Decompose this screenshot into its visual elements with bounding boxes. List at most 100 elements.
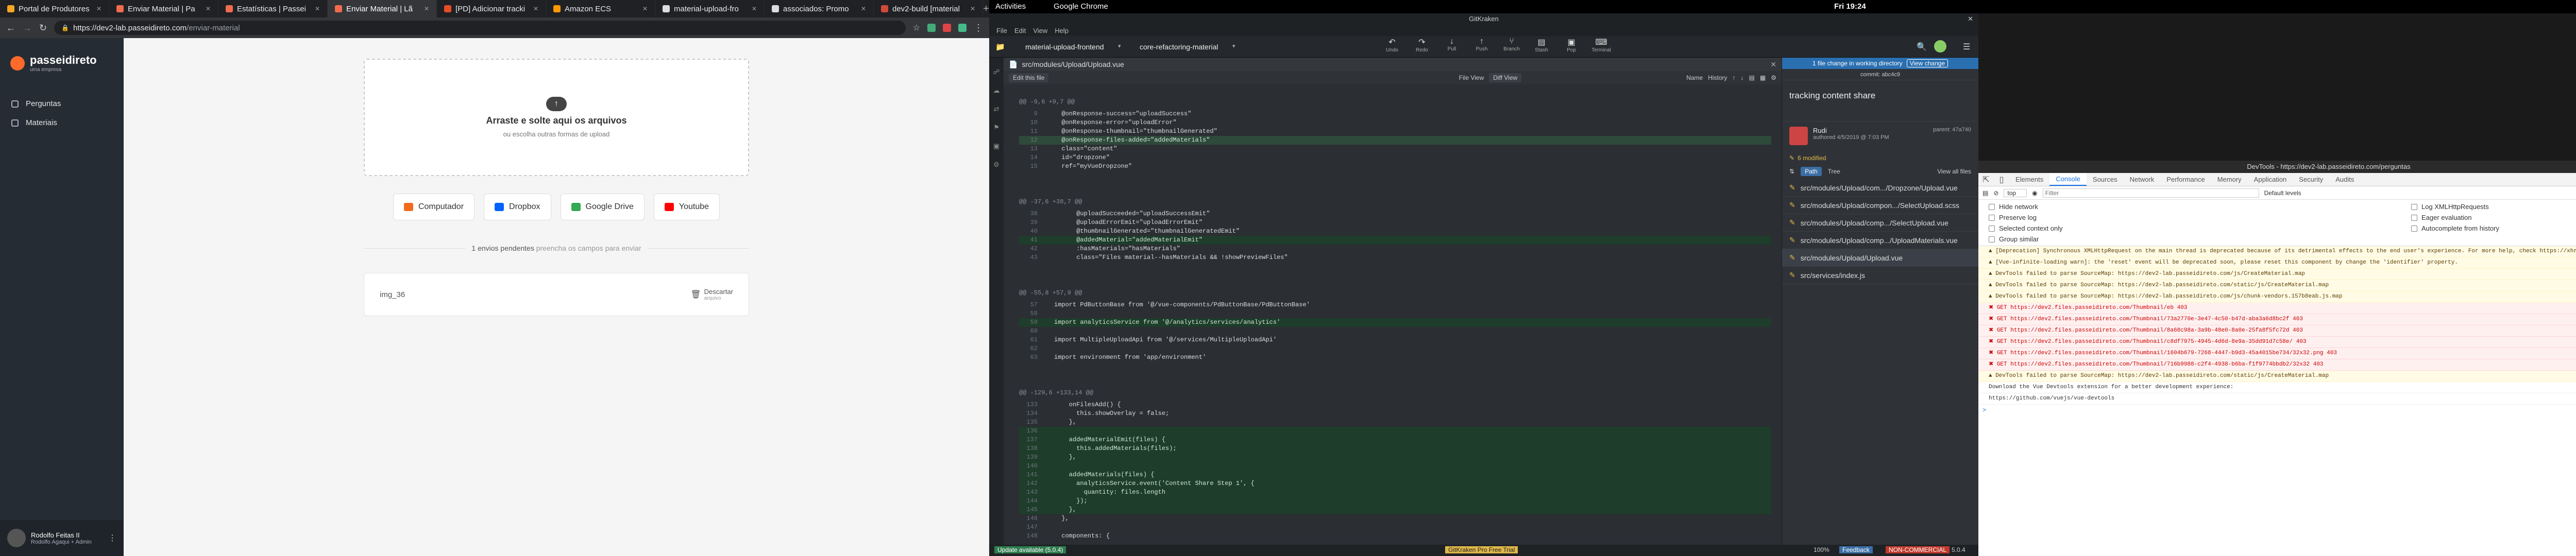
pd-logo[interactable]: passeidireto uma empresa bbox=[0, 38, 124, 83]
tool-pull-button[interactable]: ↓ Pull bbox=[1440, 37, 1463, 53]
tool-branch-button[interactable]: ⑂ Branch bbox=[1500, 37, 1523, 53]
more-icon[interactable]: ⋮ bbox=[108, 533, 116, 543]
diff-view-button[interactable]: Diff View bbox=[1489, 73, 1522, 82]
tool-redo-button[interactable]: ↷ Redo bbox=[1411, 37, 1433, 53]
tool-push-button[interactable]: ↑ Push bbox=[1470, 37, 1493, 53]
device-toolbar-icon[interactable]: ▯ bbox=[1994, 173, 2009, 186]
extension-icon[interactable] bbox=[943, 24, 951, 32]
close-tab-icon[interactable]: ✕ bbox=[315, 5, 320, 12]
pro-trial[interactable]: GitKraken Pro Free Trial bbox=[1445, 546, 1518, 553]
browser-tab[interactable]: associados: Promo ✕ bbox=[765, 0, 874, 18]
tool-stash-button[interactable]: ▤ Stash bbox=[1530, 37, 1553, 53]
console-option-checkbox[interactable]: Hide network bbox=[1989, 203, 2246, 211]
browser-tab[interactable]: Enviar Material | Pa ✕ bbox=[109, 0, 218, 18]
clock[interactable]: Fri 19:24 bbox=[1834, 2, 1866, 11]
dropzone[interactable]: ↑ Arraste e solte aqui os arquivos ou es… bbox=[364, 59, 749, 176]
close-tab-icon[interactable]: ✕ bbox=[96, 5, 101, 12]
console-option-checkbox[interactable]: Log XMLHttpRequests bbox=[2411, 203, 2499, 211]
sidebar-item-perguntas[interactable]: Perguntas bbox=[0, 94, 124, 113]
user-card[interactable]: Rodolfo Feitas II Rodolfo Agaqui + Admin… bbox=[0, 520, 124, 556]
back-icon[interactable]: ← bbox=[6, 23, 15, 33]
upload-source-button[interactable]: Youtube bbox=[653, 194, 720, 220]
browser-tab[interactable]: Enviar Material | Lã ✕ bbox=[328, 0, 437, 18]
menu-item-view[interactable]: View bbox=[1033, 27, 1047, 34]
menu-item-edit[interactable]: Edit bbox=[1014, 27, 1026, 34]
changed-file[interactable]: ✎ src/modules/Upload/com.../Dropzone/Uplo… bbox=[1782, 179, 1978, 197]
gk-menu-icon[interactable]: ☰ bbox=[1963, 42, 1970, 52]
tab-performance[interactable]: Performance bbox=[2160, 173, 2211, 186]
changed-file[interactable]: ✎ src/modules/Upload/Upload.vue bbox=[1782, 249, 1978, 267]
edit-file-button[interactable]: Edit this file bbox=[1009, 73, 1049, 82]
gk-avatar[interactable] bbox=[1934, 40, 1946, 53]
new-tab-button[interactable]: + bbox=[983, 0, 989, 18]
repo-folder-icon[interactable]: 📁 bbox=[995, 42, 1005, 51]
changed-file[interactable]: ✎ src/modules/Upload/compon.../SelectUplo… bbox=[1782, 197, 1978, 214]
file-view-button[interactable]: File View bbox=[1459, 74, 1484, 81]
console-option-checkbox[interactable]: Eager evaluation bbox=[2411, 214, 2499, 221]
reload-icon[interactable]: ↻ bbox=[39, 23, 47, 33]
sort-icon[interactable]: ⇅ bbox=[1789, 168, 1794, 175]
browser-tab[interactable]: Estatísticas | Passei ✕ bbox=[218, 0, 328, 18]
local-icon[interactable]: ☍ bbox=[993, 68, 999, 76]
sidebar-item-materiais[interactable]: Materiais bbox=[0, 113, 124, 132]
console-option-checkbox[interactable]: Preserve log bbox=[1989, 214, 2246, 221]
close-tab-icon[interactable]: ✕ bbox=[642, 5, 648, 12]
window-close-icon[interactable]: ✕ bbox=[1968, 13, 1973, 25]
update-available[interactable]: Update available (5.0.4) bbox=[994, 546, 1066, 553]
browser-tab[interactable]: Amazon ECS ✕ bbox=[546, 0, 655, 18]
changed-file[interactable]: ✎ src/services/index.js bbox=[1782, 267, 1978, 284]
pending-file-card[interactable]: img_36 🗑 Descartar arquivo bbox=[364, 273, 749, 316]
wip-banner[interactable]: 1 file change in working directory View … bbox=[1782, 58, 1978, 69]
view-all-files-checkbox[interactable]: View all files bbox=[1937, 168, 1971, 175]
changed-file[interactable]: ✎ src/modules/Upload/comp.../SelectUpload… bbox=[1782, 214, 1978, 232]
tab-sources[interactable]: Sources bbox=[2087, 173, 2124, 186]
browser-tab[interactable]: [PD] Adicionar tracki ✕ bbox=[437, 0, 546, 18]
tab-audits[interactable]: Audits bbox=[2329, 173, 2360, 186]
inspect-icon[interactable]: ⇱ bbox=[1978, 173, 1994, 186]
name-button[interactable]: Name bbox=[1686, 74, 1703, 81]
close-tab-icon[interactable]: ✕ bbox=[752, 5, 757, 12]
menu-icon[interactable]: ⋮ bbox=[974, 23, 983, 33]
settings-icon[interactable]: ⚙ bbox=[1771, 74, 1776, 81]
app-menu[interactable]: Google Chrome bbox=[1054, 2, 1108, 11]
context-selector[interactable]: top bbox=[2004, 188, 2027, 197]
console-option-checkbox[interactable]: Autocomplete from history bbox=[2411, 224, 2499, 232]
inline-view-icon[interactable]: ▦ bbox=[1760, 74, 1766, 81]
log-levels-dropdown[interactable]: Default levels bbox=[2264, 189, 2301, 197]
menu-item-file[interactable]: File bbox=[996, 27, 1007, 34]
next-change-icon[interactable]: ↓ bbox=[1741, 74, 1744, 81]
browser-tab[interactable]: material-upload-fro ✕ bbox=[655, 0, 765, 18]
console-filter-input[interactable] bbox=[2042, 188, 2259, 198]
browser-tab[interactable]: dev2-build [material ✕ bbox=[874, 0, 983, 18]
close-tab-icon[interactable]: ✕ bbox=[861, 5, 866, 12]
history-button[interactable]: History bbox=[1708, 74, 1727, 81]
browser-tab[interactable]: Portal de Produtores ✕ bbox=[0, 0, 109, 18]
submodules-icon[interactable]: ⚙ bbox=[993, 161, 999, 169]
tab-console[interactable]: Console bbox=[2049, 173, 2087, 186]
remote-icon[interactable]: ☁ bbox=[993, 86, 1000, 95]
tab-security[interactable]: Security bbox=[2293, 173, 2329, 186]
eye-icon[interactable]: ◉ bbox=[2032, 189, 2037, 197]
tool-undo-button[interactable]: ↶ Undo bbox=[1381, 37, 1403, 53]
feedback-link[interactable]: Feedback bbox=[1839, 546, 1873, 553]
close-tab-icon[interactable]: ✕ bbox=[970, 5, 975, 12]
tab-elements[interactable]: Elements bbox=[2009, 173, 2049, 186]
tool-terminal-button[interactable]: ⌨ Terminal bbox=[1590, 37, 1613, 53]
extension-icon[interactable] bbox=[927, 24, 936, 32]
view-change-button[interactable]: View change bbox=[1906, 59, 1948, 67]
forward-icon[interactable]: → bbox=[23, 23, 32, 33]
tab-network[interactable]: Network bbox=[2124, 173, 2161, 186]
extension-icon[interactable] bbox=[958, 24, 967, 32]
stashes-icon[interactable]: ▣ bbox=[993, 142, 999, 150]
menu-item-help[interactable]: Help bbox=[1055, 27, 1069, 34]
split-view-icon[interactable]: ▤ bbox=[1749, 74, 1755, 81]
console-option-checkbox[interactable]: Group similar bbox=[1989, 235, 2246, 243]
tool-pop-button[interactable]: ▣ Pop bbox=[1560, 37, 1583, 53]
close-tab-icon[interactable]: ✕ bbox=[533, 5, 538, 12]
close-diff-icon[interactable]: ✕ bbox=[1770, 60, 1776, 69]
repo-selector[interactable]: material-upload-frontend bbox=[1025, 43, 1104, 51]
star-icon[interactable]: ☆ bbox=[913, 23, 920, 33]
discard-button[interactable]: 🗑 Descartar arquivo bbox=[690, 288, 733, 301]
console-option-checkbox[interactable]: Selected context only bbox=[1989, 224, 2246, 232]
activities-button[interactable]: Activities bbox=[995, 2, 1026, 11]
